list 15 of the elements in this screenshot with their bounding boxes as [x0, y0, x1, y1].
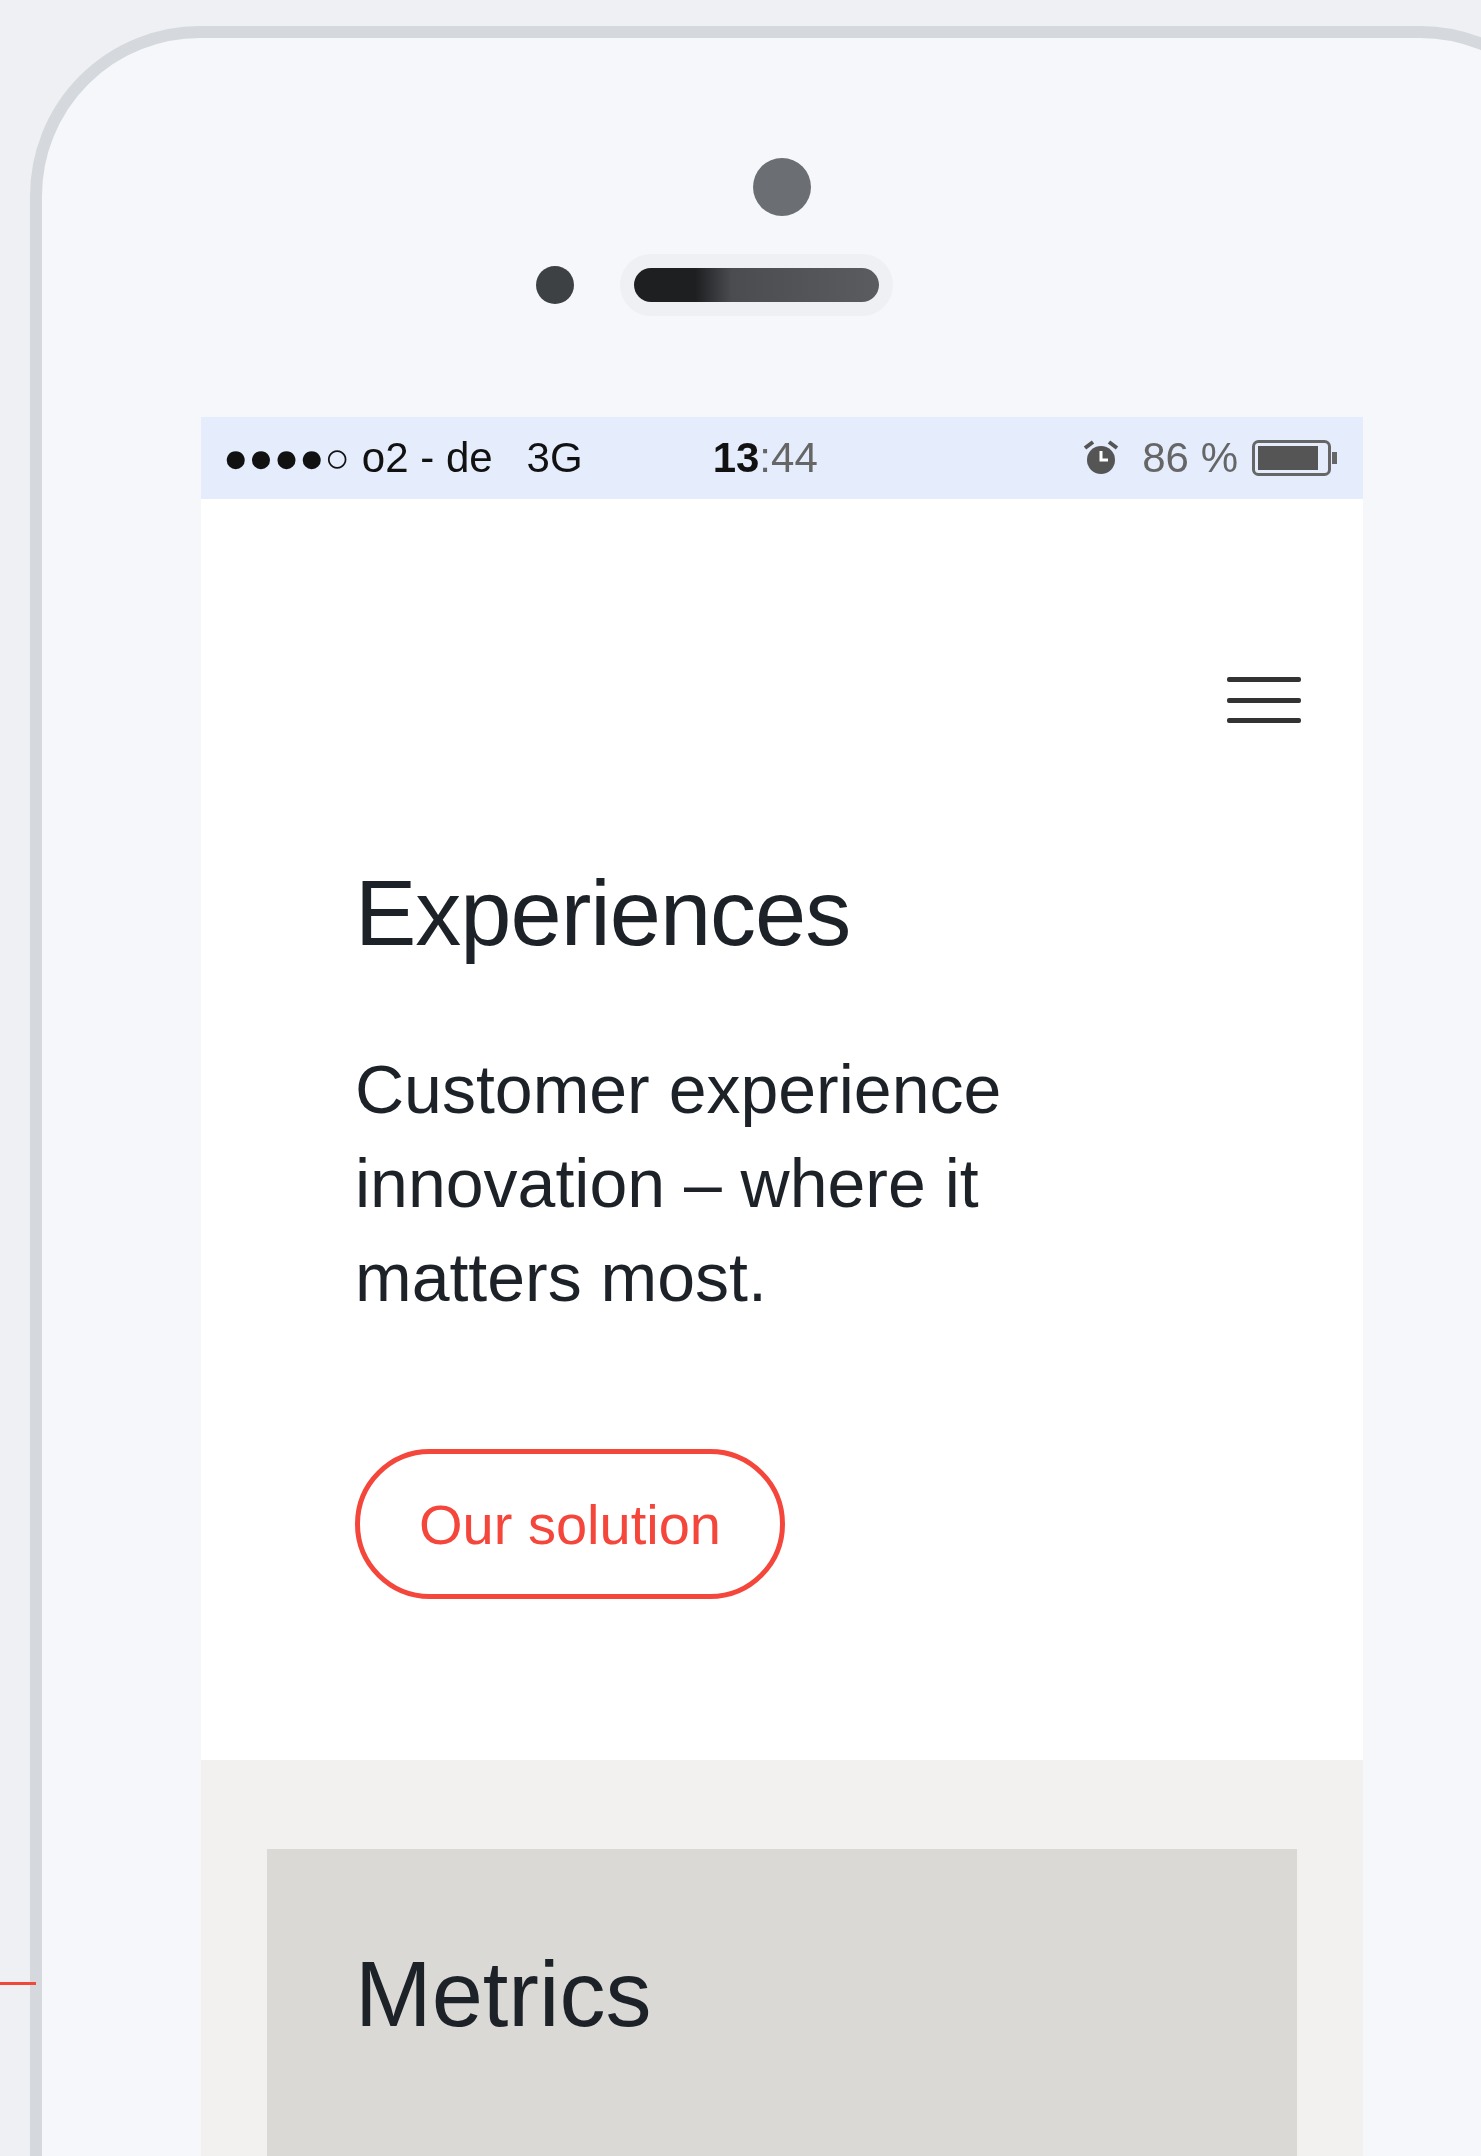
carrier-label: o2 - de	[361, 434, 493, 482]
alarm-icon	[1082, 439, 1121, 477]
network-label: 3G	[526, 434, 583, 482]
metrics-title: Metrics	[355, 1944, 653, 2046]
hero-text: Customer experience innovation – where it matters most.	[355, 1050, 1003, 1318]
page-title: Experiences	[355, 863, 852, 965]
battery-percent: 86 %	[1142, 434, 1238, 482]
solution-button[interactable]: Our solution	[355, 1449, 785, 1600]
menu-button[interactable]	[1227, 677, 1301, 723]
signal-indicator: ●●●●○	[223, 434, 350, 482]
accent-line	[0, 1982, 36, 1985]
status-time: 13:44	[712, 434, 818, 482]
camera-icon	[753, 158, 811, 216]
battery-icon	[1252, 440, 1338, 476]
sensor-icon	[535, 266, 574, 304]
